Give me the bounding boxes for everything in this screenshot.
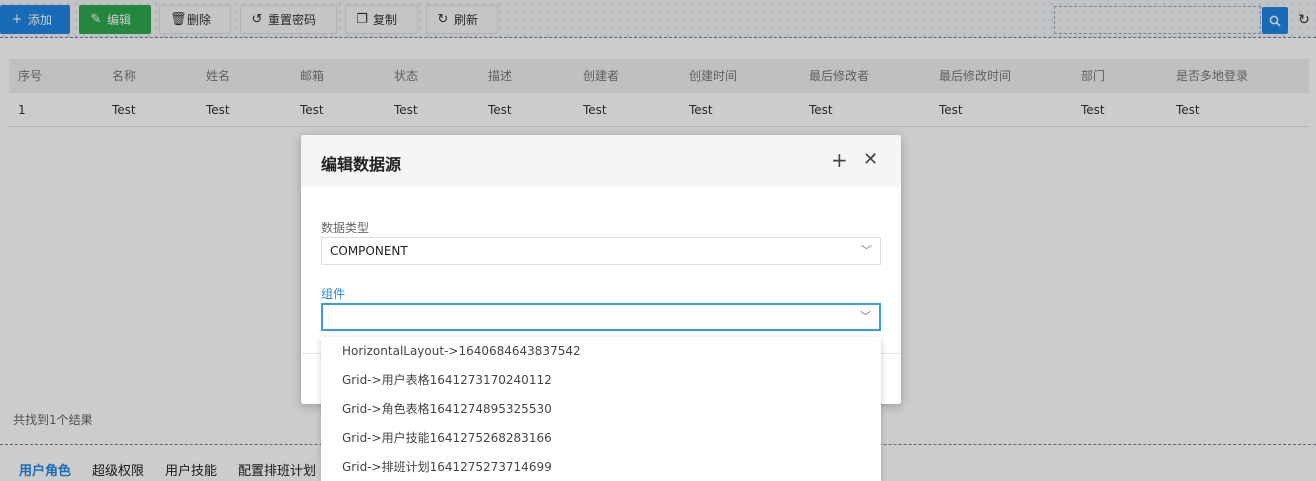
dialog-title: 编辑数据源 (321, 155, 402, 174)
component-dropdown: HorizontalLayout->1640684643837542 Grid-… (321, 337, 881, 481)
data-type-select[interactable]: COMPONENT ﹀ (321, 237, 881, 265)
dropdown-option[interactable]: Grid->角色表格1641274895325530 (321, 395, 881, 424)
data-type-label: 数据类型 (321, 221, 370, 235)
dropdown-option[interactable]: HorizontalLayout->1640684643837542 (321, 337, 881, 366)
chevron-down-icon: ﹀ (861, 244, 872, 257)
dropdown-option[interactable]: Grid->排班计划1641275273714699 (321, 453, 881, 481)
dropdown-option[interactable]: Grid->用户技能1641275268283166 (321, 424, 881, 453)
dialog-header: 编辑数据源 + ✕ (301, 135, 901, 187)
chevron-down-icon: ﹀ (860, 310, 871, 323)
dropdown-option[interactable]: Grid->用户表格1641273170240112 (321, 366, 881, 395)
component-label: 组件 (321, 287, 346, 301)
component-select[interactable]: ﹀ (321, 303, 881, 331)
maximize-icon[interactable]: + (831, 149, 848, 171)
close-icon[interactable]: ✕ (863, 149, 878, 171)
data-type-value: COMPONENT (330, 244, 408, 258)
